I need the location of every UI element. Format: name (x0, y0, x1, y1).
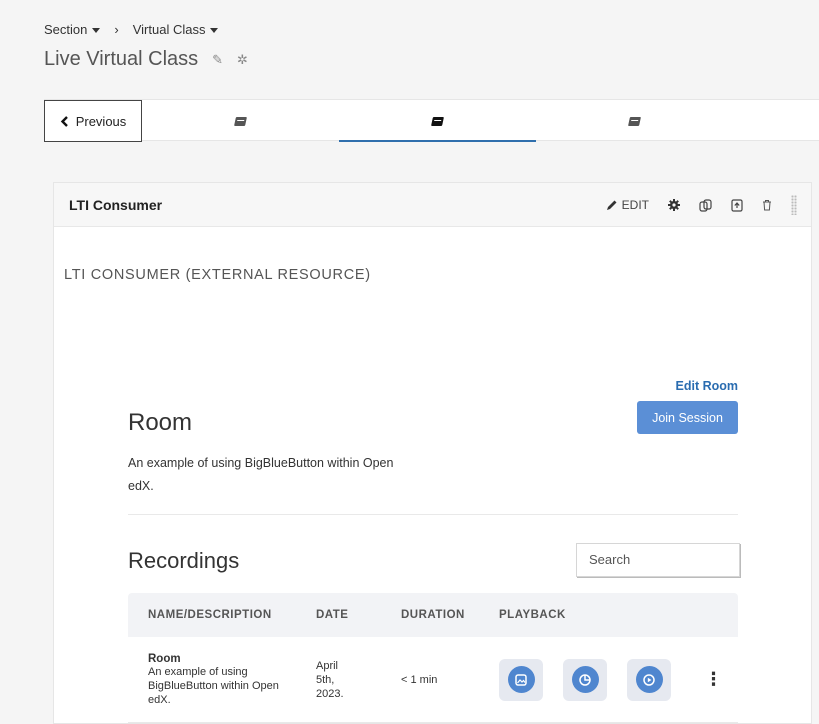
breadcrumb-subsection[interactable]: Virtual Class (133, 22, 219, 37)
sequence-tab-1[interactable] (142, 100, 339, 142)
recording-date-cell: April 5th, 2023. (316, 659, 401, 701)
gear-icon[interactable] (668, 199, 680, 211)
sequence-tab-3[interactable] (536, 100, 733, 142)
breadcrumb-subsection-label: Virtual Class (132, 22, 206, 37)
sequence-navigation: Previous (44, 99, 819, 142)
recordings-title: Recordings (128, 548, 240, 573)
column-header-playback: PLAYBACK (499, 609, 566, 621)
column-header-duration: DURATION (401, 609, 465, 621)
xblock-actions: EDIT (606, 195, 797, 215)
recording-date-line: 5th, (316, 673, 335, 686)
caret-down-icon (210, 28, 219, 34)
trash-icon[interactable] (762, 199, 772, 211)
previous-label: Previous (75, 113, 127, 129)
table-header: NAME/DESCRIPTION DATE DURATION PLAYBACK (128, 593, 738, 637)
recording-name: Room (148, 652, 181, 665)
playback-cell (499, 658, 689, 701)
recording-date-line: 2023. (316, 687, 344, 700)
room-title: Room (128, 409, 193, 436)
recording-description-line: An example of using (148, 665, 248, 678)
unit-header: Live Virtual Class ✎ ✲ (44, 48, 248, 71)
pencil-icon (606, 200, 617, 210)
previous-button[interactable]: Previous (44, 100, 142, 142)
edit-button[interactable]: EDIT (606, 198, 649, 212)
edit-label: EDIT (621, 198, 649, 212)
recordings-table: NAME/DESCRIPTION DATE DURATION PLAYBACK … (128, 593, 738, 723)
row-menu-icon[interactable]: ⋮ (689, 669, 738, 690)
room-description: An example of using BigBlueButton within… (128, 456, 394, 493)
breadcrumb-separator: › (114, 22, 119, 37)
gear-icon[interactable]: ✲ (237, 52, 248, 68)
column-header-date: DATE (316, 609, 349, 621)
recording-duration: < 1 min (401, 673, 438, 686)
pie-chart-icon (571, 666, 599, 693)
pencil-icon[interactable]: ✎ (212, 52, 223, 68)
xblock-header: LTI Consumer EDIT (54, 183, 811, 227)
play-icon (635, 666, 663, 693)
table-row: Room An example of using BigBlueButton w… (128, 637, 738, 723)
search-input[interactable]: Search (576, 543, 740, 577)
caret-down-icon (92, 28, 101, 34)
recording-name-cell: Room An example of using BigBlueButton w… (128, 653, 316, 707)
book-icon (234, 116, 247, 126)
playback-video-button[interactable] (627, 658, 671, 701)
xblock-container: LTI Consumer EDIT LTI CONSUMER (EXTERNAL… (53, 182, 812, 724)
book-icon (628, 116, 641, 126)
breadcrumb-section[interactable]: Section (44, 22, 101, 37)
recording-description-line: BigBlueButton within Open (148, 679, 279, 692)
move-icon[interactable] (731, 198, 743, 212)
drag-handle-icon[interactable] (791, 195, 797, 215)
join-session-button[interactable]: Join Session (637, 401, 738, 434)
playback-statistics-button[interactable] (563, 658, 607, 701)
playback-presentation-button[interactable] (499, 658, 543, 701)
xblock-title: LTI Consumer (69, 196, 163, 213)
breadcrumb-section-label: Section (44, 22, 88, 37)
image-icon (507, 666, 535, 693)
edit-room-link[interactable]: Edit Room (676, 379, 739, 393)
book-icon (431, 116, 444, 126)
sequence-tab-2-active[interactable] (339, 100, 536, 142)
divider (128, 514, 738, 515)
page-title: Live Virtual Class (44, 48, 199, 70)
recording-description-line: edX. (148, 693, 171, 706)
external-resource-label: LTI CONSUMER (EXTERNAL RESOURCE) (64, 267, 371, 283)
breadcrumb: Section › Virtual Class (44, 22, 219, 37)
chevron-left-icon (60, 115, 68, 127)
column-header-name: NAME/DESCRIPTION (148, 609, 272, 621)
duplicate-icon[interactable] (699, 198, 712, 212)
recording-date-line: April (316, 659, 339, 672)
